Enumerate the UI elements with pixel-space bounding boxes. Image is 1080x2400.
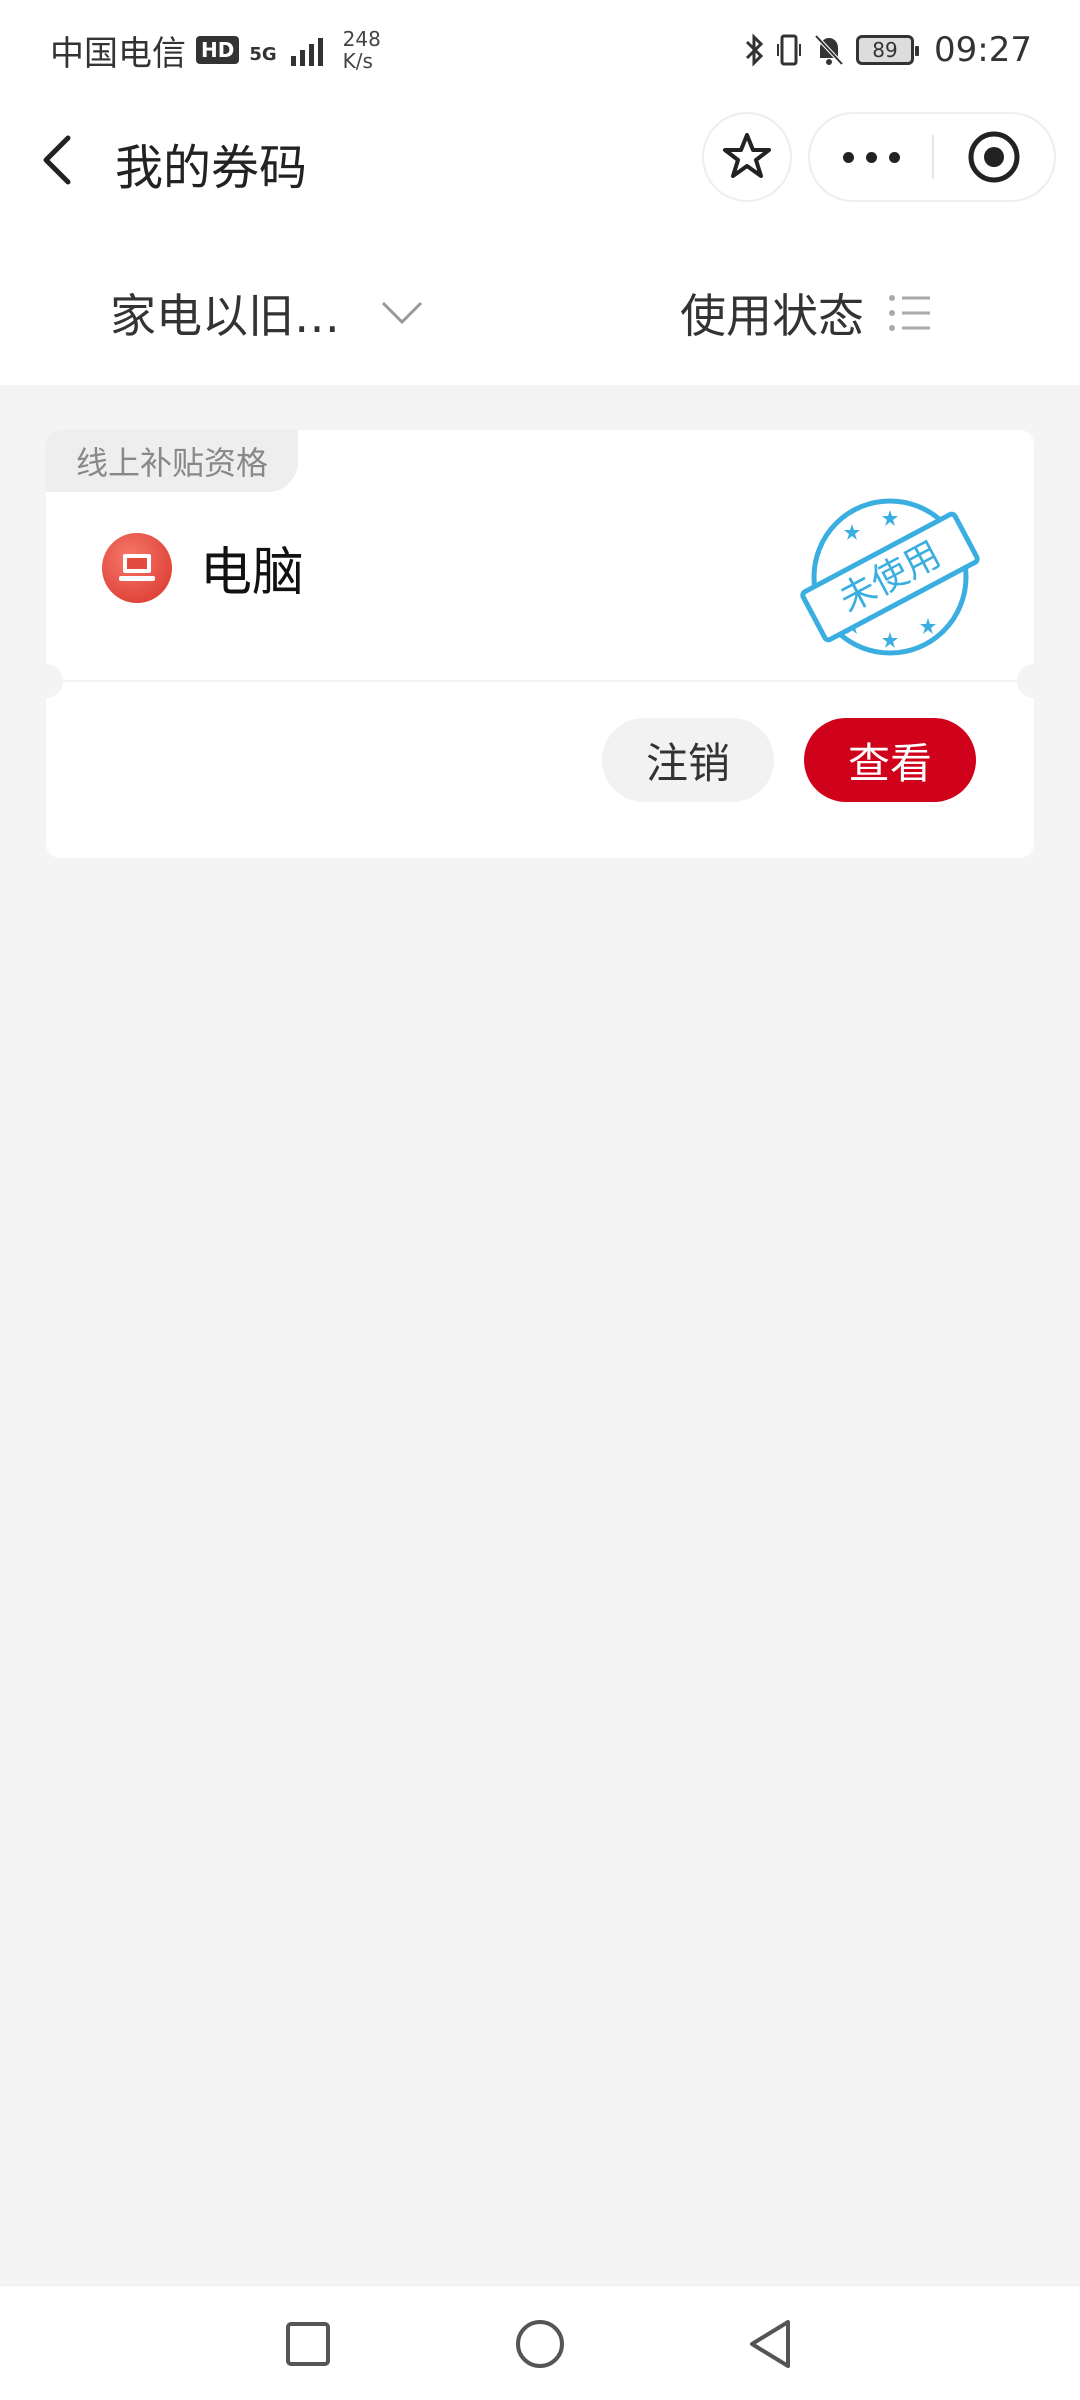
network-type: 5G <box>249 43 277 65</box>
star-icon <box>723 133 771 178</box>
card-divider <box>46 680 1034 682</box>
vibrate-icon <box>777 34 802 66</box>
chevron-down-icon <box>381 301 423 325</box>
coupon-card[interactable]: 线上补贴资格 电脑 未使用 注销 查看 <box>29 430 1051 858</box>
status-left: 中国电信 HD 5G 248 K/s <box>50 26 381 75</box>
status-right: 89 09:27 <box>744 30 1032 70</box>
coupon-product: 电脑 <box>102 530 304 605</box>
carrier-name: 中国电信 <box>50 33 186 74</box>
net-speed-value: 248 <box>342 27 381 51</box>
filter-bar: 家电以旧… 使用状态 <box>0 230 1080 385</box>
hd-badge: HD <box>196 36 240 64</box>
computer-icon <box>102 532 172 603</box>
status-filter[interactable]: 使用状态 <box>680 280 932 346</box>
category-filter-label: 家电以旧… <box>110 289 340 343</box>
favorite-button[interactable] <box>702 112 792 202</box>
net-speed-unit: K/s <box>342 49 373 73</box>
nav-bar: 我的券码 <box>0 100 1080 230</box>
system-back-button[interactable] <box>740 2314 800 2374</box>
home-button[interactable] <box>510 2314 570 2374</box>
coupon-tag: 线上补贴资格 <box>46 430 298 492</box>
net-speed: 248 K/s <box>343 28 381 72</box>
circle-home-icon <box>516 2320 564 2368</box>
unused-stamp: 未使用 <box>800 498 980 656</box>
square-recent-icon <box>286 2322 330 2366</box>
mini-program-capsule <box>808 112 1056 202</box>
product-name: 电脑 <box>200 543 305 603</box>
clock: 09:27 <box>934 30 1032 70</box>
cancel-button[interactable]: 注销 <box>602 718 774 802</box>
bluetooth-icon <box>745 33 764 67</box>
category-filter[interactable]: 家电以旧… <box>110 280 424 346</box>
battery-level: 89 <box>872 38 898 62</box>
back-arrow-icon[interactable] <box>34 130 84 190</box>
status-filter-label: 使用状态 <box>680 289 864 343</box>
card-notch-right <box>1017 664 1051 698</box>
list-icon <box>889 295 930 331</box>
close-target-button[interactable] <box>934 129 1054 185</box>
mute-bell-icon <box>814 34 844 66</box>
coupon-page: 中国电信 HD 5G 248 K/s 89 09:27 我的券码 家电以旧… 使… <box>0 0 1080 2400</box>
page-title: 我的券码 <box>115 140 308 196</box>
status-bar: 中国电信 HD 5G 248 K/s 89 09:27 <box>0 0 1080 100</box>
battery-icon: 89 <box>856 35 920 65</box>
recent-apps-button[interactable] <box>278 2314 338 2374</box>
card-notch-left <box>29 664 63 698</box>
signal-icon <box>290 34 323 66</box>
more-dots-icon[interactable] <box>810 151 932 163</box>
system-nav-bar <box>0 2285 1080 2400</box>
view-button[interactable]: 查看 <box>804 718 976 802</box>
target-icon <box>968 131 1020 183</box>
triangle-back-icon <box>750 2320 790 2368</box>
